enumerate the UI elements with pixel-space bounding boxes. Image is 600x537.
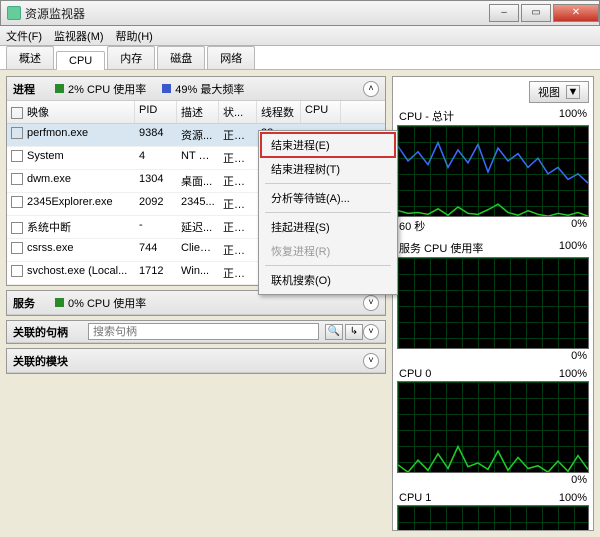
col-pid[interactable]: PID	[135, 101, 177, 123]
view-button[interactable]: 视图 ▼	[529, 81, 589, 103]
close-button[interactable]: ✕	[553, 4, 599, 22]
graph-canvas	[397, 381, 589, 473]
minimize-button[interactable]: –	[489, 4, 519, 22]
handles-section: 关联的句柄 🔍 ↳ ˅	[6, 320, 386, 344]
col-desc[interactable]: 描述	[177, 101, 219, 123]
graph-2: CPU 0 100% 0%	[397, 367, 589, 487]
graph-0: CPU - 总计 100% 60 秒 0%	[397, 107, 589, 235]
search-icon[interactable]: 🔍	[325, 324, 343, 340]
col-cpu[interactable]: CPU	[301, 101, 341, 123]
titlebar: 资源监视器 – ▭ ✕	[0, 0, 600, 26]
handles-header[interactable]: 关联的句柄 🔍 ↳ ˅	[7, 321, 385, 343]
processes-title: 进程	[13, 81, 35, 97]
expand-icon[interactable]: ˅	[363, 295, 379, 311]
dropdown-icon[interactable]: ▼	[566, 85, 580, 99]
menubar: 文件(F) 监视器(M) 帮助(H)	[0, 26, 600, 46]
window-buttons: – ▭ ✕	[487, 4, 599, 22]
graph-title: CPU 1	[399, 492, 431, 504]
modules-title: 关联的模块	[13, 353, 68, 369]
checkbox[interactable]	[11, 127, 23, 139]
square-icon	[55, 84, 64, 93]
search-go-icon[interactable]: ↳	[345, 324, 363, 340]
graph-1: 服务 CPU 使用率 100% 0%	[397, 239, 589, 363]
checkbox[interactable]	[11, 150, 23, 162]
processes-header[interactable]: 进程 2% CPU 使用率 49% 最大频率 ˄	[7, 77, 385, 101]
app-icon	[7, 6, 21, 20]
cpu-usage-stat: 2% CPU 使用率	[55, 81, 146, 97]
graph-max: 100%	[559, 492, 587, 504]
services-stat: 0% CPU 使用率	[55, 295, 146, 311]
expand-icon[interactable]: ˅	[363, 324, 379, 340]
menu-end-process[interactable]: 结束进程(E)	[261, 133, 395, 157]
tab-memory[interactable]: 内存	[107, 46, 155, 69]
graphs-header: 视图 ▼	[397, 81, 589, 103]
separator	[265, 265, 391, 266]
maximize-button[interactable]: ▭	[521, 4, 551, 22]
graph-title: 服务 CPU 使用率	[399, 240, 483, 256]
graph-3: CPU 1100%0%	[397, 491, 589, 531]
menu-suspend[interactable]: 挂起进程(S)	[261, 215, 395, 239]
menu-resume: 恢复进程(R)	[261, 239, 395, 263]
checkbox[interactable]	[11, 242, 23, 254]
square-icon	[162, 84, 171, 93]
graph-title: CPU 0	[399, 368, 431, 380]
graph-max: 100%	[559, 108, 587, 124]
separator	[265, 183, 391, 184]
graph-canvas	[397, 125, 589, 217]
checkbox[interactable]	[11, 265, 23, 277]
separator	[265, 212, 391, 213]
graph-min: 0%	[571, 474, 587, 486]
handles-title: 关联的句柄	[13, 324, 68, 340]
checkbox[interactable]	[11, 173, 23, 185]
graph-xlabel: 60 秒	[399, 218, 425, 234]
graph-title: CPU - 总计	[399, 108, 454, 124]
menu-analyze-wait[interactable]: 分析等待链(A)...	[261, 186, 395, 210]
menu-monitor[interactable]: 监视器(M)	[54, 28, 104, 44]
graph-max: 100%	[559, 240, 587, 256]
graph-max: 100%	[559, 368, 587, 380]
collapse-icon[interactable]: ˄	[363, 81, 379, 97]
modules-header[interactable]: 关联的模块 ˅	[7, 349, 385, 373]
graph-canvas	[397, 257, 589, 349]
freq-stat: 49% 最大频率	[162, 81, 244, 97]
graph-min: 0%	[571, 218, 587, 234]
checkbox-all[interactable]	[11, 107, 23, 119]
tab-strip: 概述 CPU 内存 磁盘 网络	[0, 46, 600, 70]
modules-section: 关联的模块 ˅	[6, 348, 386, 374]
tab-network[interactable]: 网络	[207, 46, 255, 69]
graph-canvas	[397, 505, 589, 531]
tab-disk[interactable]: 磁盘	[157, 46, 205, 69]
tab-overview[interactable]: 概述	[6, 46, 54, 69]
window-title: 资源监视器	[25, 5, 487, 22]
expand-icon[interactable]: ˅	[363, 353, 379, 369]
menu-file[interactable]: 文件(F)	[6, 28, 42, 44]
checkbox[interactable]	[11, 222, 23, 234]
tab-cpu[interactable]: CPU	[56, 51, 105, 70]
checkbox[interactable]	[11, 196, 23, 208]
context-menu: 结束进程(E) 结束进程树(T) 分析等待链(A)... 挂起进程(S) 恢复进…	[258, 130, 398, 295]
menu-help[interactable]: 帮助(H)	[116, 28, 153, 44]
services-title: 服务	[13, 295, 35, 311]
col-threads[interactable]: 线程数	[257, 101, 301, 123]
square-icon	[55, 298, 64, 307]
menu-end-tree[interactable]: 结束进程树(T)	[261, 157, 395, 181]
menu-search-online[interactable]: 联机搜索(O)	[261, 268, 395, 292]
col-status[interactable]: 状...	[219, 101, 257, 123]
graph-min: 0%	[571, 350, 587, 362]
col-image[interactable]: 映像	[27, 107, 49, 119]
search-input[interactable]	[88, 323, 319, 340]
graphs-panel: 视图 ▼ CPU - 总计100%60 秒0%服务 CPU 使用率100%0%C…	[392, 76, 594, 531]
